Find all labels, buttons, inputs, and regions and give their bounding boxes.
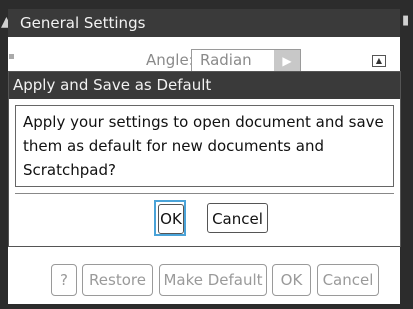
right-flag-icon: ▮ [402, 13, 410, 28]
angle-label: Angle: [146, 51, 194, 69]
dialog-divider [15, 193, 394, 194]
general-settings-title: General Settings [8, 9, 400, 37]
make-default-button[interactable]: Make Default [159, 264, 267, 296]
cancel-button[interactable]: Cancel [207, 203, 268, 233]
angle-row: Angle: Radian ▶ [8, 49, 400, 73]
restore-button[interactable]: Restore [82, 264, 153, 296]
ok-focus-ring: OK [154, 200, 186, 236]
settings-cancel-button[interactable]: Cancel [317, 264, 379, 296]
angle-select[interactable]: Radian ▶ [191, 49, 301, 73]
help-button[interactable]: ? [51, 264, 77, 296]
settings-ok-button[interactable]: OK [272, 264, 311, 296]
select-arrow-icon[interactable]: ▶ [274, 50, 300, 72]
dialog-title: Apply and Save as Default [9, 72, 400, 99]
angle-value: Radian [200, 51, 252, 69]
scroll-up-icon[interactable]: ▲ [372, 55, 386, 67]
apply-save-dialog: Apply and Save as Default Apply your set… [8, 71, 401, 247]
dialog-message: Apply your settings to open document and… [23, 113, 384, 179]
message-box: Apply your settings to open document and… [15, 105, 394, 187]
ok-button[interactable]: OK [158, 204, 184, 234]
general-settings-buttons: ? Restore Make Default OK Cancel [8, 264, 400, 298]
